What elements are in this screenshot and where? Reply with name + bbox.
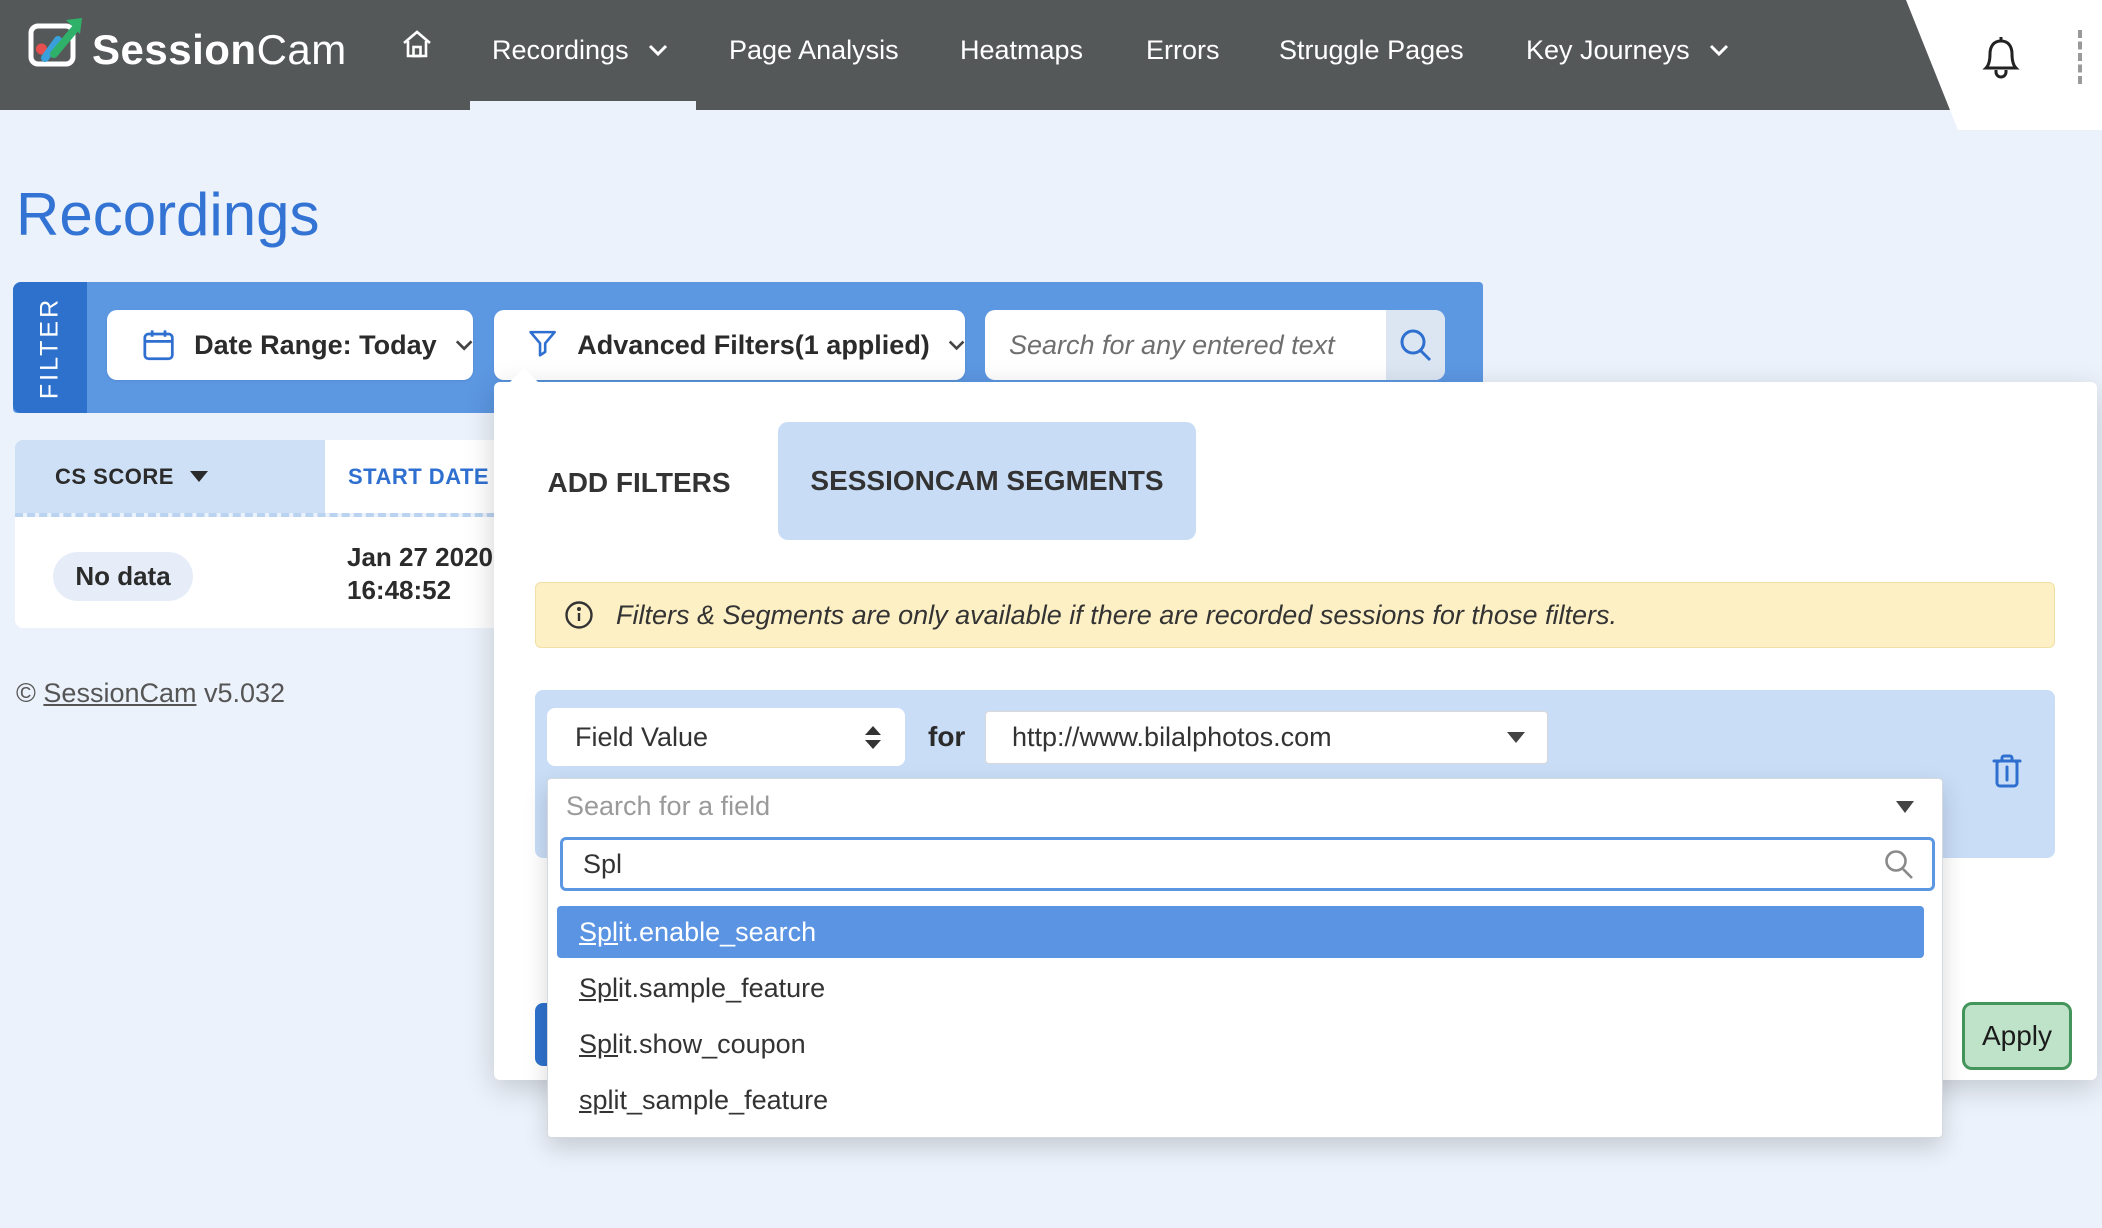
for-label: for: [928, 708, 965, 766]
start-date-line1: Jan 27 2020,: [347, 541, 500, 574]
brand-wordmark[interactable]: SessionCam: [92, 26, 347, 74]
brand-name-light: Cam: [257, 26, 347, 73]
field-search-box: [560, 837, 1935, 891]
page-title: Recordings: [16, 180, 320, 249]
dropdown-option[interactable]: Split.enable_search: [557, 906, 1924, 958]
home-icon[interactable]: [400, 28, 434, 67]
nav-item-label: Recordings: [492, 35, 629, 65]
field-search-input[interactable]: [563, 849, 1882, 880]
date-range-button[interactable]: Date Range: Today: [107, 310, 473, 380]
tab-add-filters[interactable]: ADD FILTERS: [544, 453, 734, 513]
dropdown-option[interactable]: Split.show_coupon: [557, 1018, 1924, 1070]
field-dropdown-panel: Search for a field Split.enable_search S…: [547, 778, 1943, 1138]
field-type-value: Field Value: [575, 722, 865, 753]
copyright-symbol: ©: [16, 678, 36, 708]
option-rest-text: it.show_coupon: [618, 1029, 806, 1059]
nav-item-key-journeys[interactable]: Key Journeys: [1526, 0, 1729, 101]
info-icon: [564, 600, 594, 630]
date-range-label: Date Range: Today: [194, 330, 437, 361]
search-icon: [1397, 326, 1435, 364]
nav-item-heatmaps[interactable]: Heatmaps: [960, 0, 1083, 101]
option-rest-text: it.sample_feature: [618, 973, 825, 1003]
funnel-icon: [528, 327, 557, 363]
nav-item-label: Struggle Pages: [1279, 35, 1464, 65]
recordings-page: SessionCam Recordings Page Analysis Heat…: [0, 0, 2102, 1228]
chevron-down-icon: [648, 44, 668, 56]
apply-button[interactable]: Apply: [1962, 1002, 2072, 1070]
drag-handle-icon[interactable]: [2078, 30, 2082, 84]
nav-item-errors[interactable]: Errors: [1146, 0, 1220, 101]
dropdown-option[interactable]: split_sample_feature: [557, 1074, 1924, 1126]
filter-tab-label: FILTER: [36, 296, 65, 398]
advanced-filters-label: Advanced Filters(1 applied): [577, 330, 930, 361]
field-select-display[interactable]: Search for a field: [548, 779, 1942, 834]
chevron-down-icon: [455, 339, 473, 351]
notice-text: Filters & Segments are only available if…: [616, 600, 1617, 631]
select-arrow-icon: [1896, 801, 1914, 813]
advanced-filters-button[interactable]: Advanced Filters(1 applied): [494, 310, 965, 380]
notice-banner: Filters & Segments are only available if…: [535, 582, 2055, 648]
option-match-text: spl: [579, 1085, 614, 1115]
session-search: [985, 310, 1445, 380]
site-select[interactable]: http://www.bilalphotos.com: [985, 711, 1548, 764]
option-rest-text: it.enable_search: [618, 917, 816, 947]
option-match-text: Spl: [579, 917, 618, 947]
nav-item-label: Errors: [1146, 35, 1220, 65]
search-icon: [1882, 847, 1916, 881]
calendar-icon: [143, 327, 174, 363]
search-button[interactable]: [1386, 310, 1445, 380]
version-label: v5.032: [204, 678, 285, 708]
option-match-text: Spl: [579, 1029, 618, 1059]
sort-descending-icon: [190, 471, 208, 482]
nav-item-struggle-pages[interactable]: Struggle Pages: [1279, 0, 1464, 101]
nav-item-page-analysis[interactable]: Page Analysis: [729, 0, 899, 101]
field-type-select[interactable]: Field Value: [547, 708, 905, 766]
search-input[interactable]: [985, 310, 1386, 380]
top-navbar: SessionCam Recordings Page Analysis Heat…: [0, 0, 2102, 110]
tab-sessioncam-segments[interactable]: SESSIONCAM SEGMENTS: [778, 422, 1196, 540]
delete-filter-button[interactable]: [1990, 752, 2024, 795]
site-select-value: http://www.bilalphotos.com: [1012, 722, 1507, 753]
field-select-placeholder: Search for a field: [566, 791, 1896, 822]
nav-item-label: Key Journeys: [1526, 35, 1690, 65]
column-header-label: CS SCORE: [55, 464, 174, 490]
trash-icon: [1990, 752, 2024, 790]
nav-item-recordings[interactable]: Recordings: [492, 0, 668, 101]
footer-copyright: © SessionCam v5.032: [16, 678, 285, 709]
filter-vertical-tab[interactable]: FILTER: [13, 282, 87, 413]
dropdown-option[interactable]: Split.sample_feature: [557, 962, 1924, 1014]
cs-score-badge: No data: [53, 552, 193, 601]
start-date-line2: 16:48:52: [347, 574, 500, 607]
active-nav-indicator: [470, 101, 696, 110]
column-header-cs-score[interactable]: CS SCORE: [15, 440, 325, 513]
start-date-value: Jan 27 2020, 16:48:52: [347, 541, 500, 607]
panel-pointer: [510, 368, 538, 382]
chevron-down-icon: [948, 339, 965, 351]
select-arrow-icon: [1507, 732, 1525, 743]
column-header-label[interactable]: START DATE: [348, 464, 489, 490]
select-stepper-icon: [865, 726, 881, 749]
sessioncam-logo-icon[interactable]: [28, 16, 84, 72]
notifications-bell-icon[interactable]: [1978, 32, 2024, 89]
brand-name-bold: Session: [92, 26, 257, 73]
option-rest-text: it_sample_feature: [614, 1085, 829, 1115]
nav-item-label: Page Analysis: [729, 35, 899, 65]
sessioncam-link[interactable]: SessionCam: [43, 678, 196, 708]
nav-item-label: Heatmaps: [960, 35, 1083, 65]
option-match-text: Spl: [579, 973, 618, 1003]
chevron-down-icon: [1709, 44, 1729, 56]
